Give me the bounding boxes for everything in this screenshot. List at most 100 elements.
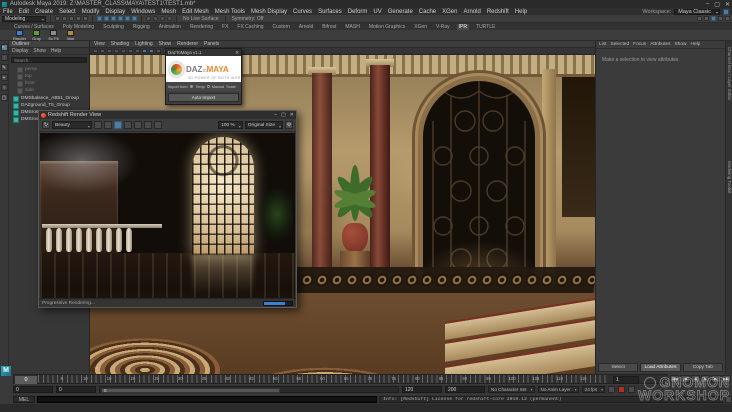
playback-button-[interactable]: ▶▶| xyxy=(721,375,731,383)
mel-input-field[interactable] xyxy=(37,396,377,403)
workspace-gear-icon[interactable] xyxy=(723,8,729,15)
viewport-menu-renderer[interactable]: Renderer xyxy=(177,41,198,47)
redshift-render-view-window[interactable]: Redshift Render View – ▢ ✕ ↻ Beauty 100 … xyxy=(38,110,297,308)
attr-menu-focus[interactable]: Focus xyxy=(633,42,646,47)
attr-menu-help[interactable]: Help xyxy=(690,42,700,47)
outliner-camera-top[interactable]: top xyxy=(9,73,89,80)
scale-tool-icon[interactable]: ▢ xyxy=(0,94,8,101)
range-slider-handle[interactable]: 0 xyxy=(101,388,280,393)
snap-surface-icon[interactable] xyxy=(125,16,130,21)
attr-copy-tab-button[interactable]: Copy Tab xyxy=(682,363,723,372)
playback-button-[interactable]: ◀ xyxy=(690,375,700,383)
outliner-menu-help[interactable]: Help xyxy=(51,48,61,54)
redo-icon[interactable] xyxy=(83,16,88,21)
viewport-menu-view[interactable]: View xyxy=(94,41,105,47)
rv-minimize-icon[interactable]: – xyxy=(274,112,277,118)
rv-restart-render-icon[interactable]: ↻ xyxy=(42,121,50,129)
rv-size-dropdown[interactable]: Original Size xyxy=(244,121,283,130)
tab-channel-box[interactable]: Channel Box / Layer Editor xyxy=(727,47,732,101)
ipr-render-icon[interactable] xyxy=(160,16,165,21)
menu-create[interactable]: Create xyxy=(35,9,53,15)
menu-help[interactable]: Help xyxy=(515,9,527,15)
daz-temp-label[interactable]: Temp xyxy=(195,85,204,89)
lasso-tool-icon[interactable]: ◌ xyxy=(0,54,8,61)
symmetry-dropdown[interactable]: Symmetry: Off xyxy=(232,16,264,22)
vp-overscan-icon[interactable] xyxy=(135,49,140,53)
rv-pass-dropdown[interactable]: Beauty xyxy=(52,121,92,130)
menu-display[interactable]: Display xyxy=(105,9,125,15)
playback-button-[interactable]: |◀◀ xyxy=(670,375,680,383)
render-icon[interactable] xyxy=(153,16,158,21)
mel-label[interactable]: MEL xyxy=(13,396,35,403)
rotate-tool-icon[interactable]: ○ xyxy=(0,84,8,91)
rv-grid-overlay-icon[interactable] xyxy=(114,121,122,129)
menu-redshift[interactable]: Redshift xyxy=(487,9,509,15)
viewport-menu-panels[interactable]: Panels xyxy=(204,41,219,47)
rv-zoom-spinner[interactable]: 100 % xyxy=(218,121,243,130)
vp-2d-pan-icon[interactable] xyxy=(128,49,133,53)
attr-menu-attributes[interactable]: Attributes xyxy=(650,42,670,47)
select-tool-icon[interactable]: ↖ xyxy=(0,44,8,51)
playback-start-field[interactable]: 0 xyxy=(13,386,53,393)
close-button[interactable]: ✕ xyxy=(725,1,730,8)
daz-close-icon[interactable]: ✕ xyxy=(235,49,239,56)
fps-dropdown[interactable]: 24 fps xyxy=(581,386,606,393)
attr-load-attributes-button[interactable]: Load Attributes xyxy=(640,363,681,372)
menu-deform[interactable]: Deform xyxy=(348,9,368,15)
playback-button-[interactable]: ▶| xyxy=(711,375,721,383)
menu-curves[interactable]: Curves xyxy=(293,9,312,15)
anim-start-field[interactable]: 0 xyxy=(56,386,96,393)
menu-edit[interactable]: Edit xyxy=(19,9,29,15)
playback-button-[interactable]: ▶ xyxy=(700,375,711,383)
sidebar-modeling-toolkit-icon[interactable] xyxy=(697,16,702,21)
character-set-dropdown[interactable]: No Character Set xyxy=(488,386,535,393)
paint-select-tool-icon[interactable]: ✎ xyxy=(0,64,8,71)
attr-menu-selected[interactable]: Selected xyxy=(610,42,629,47)
anim-layer-dropdown[interactable]: No Anim Layer xyxy=(537,386,579,393)
rv-settings-gear-icon[interactable]: ⚙ xyxy=(285,121,293,129)
menu-surfaces[interactable]: Surfaces xyxy=(318,9,342,15)
playback-end-field[interactable]: 200 xyxy=(445,386,485,393)
shelf-button-gray[interactable]: Gray xyxy=(30,29,43,41)
vp-wireframe-icon[interactable] xyxy=(142,49,147,53)
outliner-camera-persp[interactable]: persp xyxy=(9,66,89,73)
sidebar-channel-box-icon[interactable] xyxy=(725,16,730,21)
rv-bucket-render-icon[interactable] xyxy=(124,121,132,129)
menu-generate[interactable]: Generate xyxy=(388,9,413,15)
menu-mesh-display[interactable]: Mesh Display xyxy=(251,9,287,15)
shelf-button-mat[interactable]: Mat xyxy=(64,29,77,41)
daz-manual-label[interactable]: Manual xyxy=(212,85,224,89)
daz-manual-radio[interactable] xyxy=(206,85,210,88)
snap-grid-icon[interactable] xyxy=(97,16,102,21)
menu-windows[interactable]: Windows xyxy=(131,9,155,15)
snap-view-plane-icon[interactable] xyxy=(118,16,123,21)
render-view-titlebar[interactable]: Redshift Render View – ▢ ✕ xyxy=(39,111,296,119)
menu-mesh[interactable]: Mesh xyxy=(161,9,176,15)
menu-uv[interactable]: UV xyxy=(373,9,381,15)
outliner-menu-display[interactable]: Display xyxy=(12,48,28,54)
vp-lock-camera-icon[interactable] xyxy=(100,49,105,53)
daz-temp-radio[interactable] xyxy=(190,85,194,88)
menu-arnold[interactable]: Arnold xyxy=(463,9,480,15)
outliner-node-dazground-t5-group[interactable]: DAZground_T5_Group xyxy=(9,102,89,109)
daz-auto-import-button[interactable]: Auto-Import xyxy=(168,93,239,102)
attr-menu-list[interactable]: List xyxy=(599,42,606,47)
current-time-field[interactable]: 1 xyxy=(613,376,639,384)
window-titlebar[interactable]: Autodesk Maya 2019: Z:\MASTER_CLASS\MAYA… xyxy=(0,0,732,8)
rv-crop-region-icon[interactable] xyxy=(104,121,112,129)
construction-history-icon[interactable] xyxy=(146,16,151,21)
rv-maximize-icon[interactable]: ▢ xyxy=(281,112,286,118)
vp-textured-icon[interactable] xyxy=(156,49,161,53)
workspace-dropdown[interactable]: Maya Classic xyxy=(674,8,720,15)
script-editor-icon[interactable] xyxy=(725,396,732,403)
viewport-menu-lighting[interactable]: Lighting xyxy=(135,41,153,47)
rv-save-image-icon[interactable] xyxy=(94,121,102,129)
menu-file[interactable]: File xyxy=(3,9,13,15)
current-frame-indicator[interactable]: 0 xyxy=(15,376,37,384)
animation-preferences-icon[interactable] xyxy=(628,386,636,393)
vp-bookmark-icon[interactable] xyxy=(114,49,119,53)
outliner-camera-side[interactable]: side xyxy=(9,87,89,94)
viewport-menu-show[interactable]: Show xyxy=(159,41,172,47)
snap-curve-icon[interactable] xyxy=(104,16,109,21)
viewport-menu-shading[interactable]: Shading xyxy=(111,41,129,47)
